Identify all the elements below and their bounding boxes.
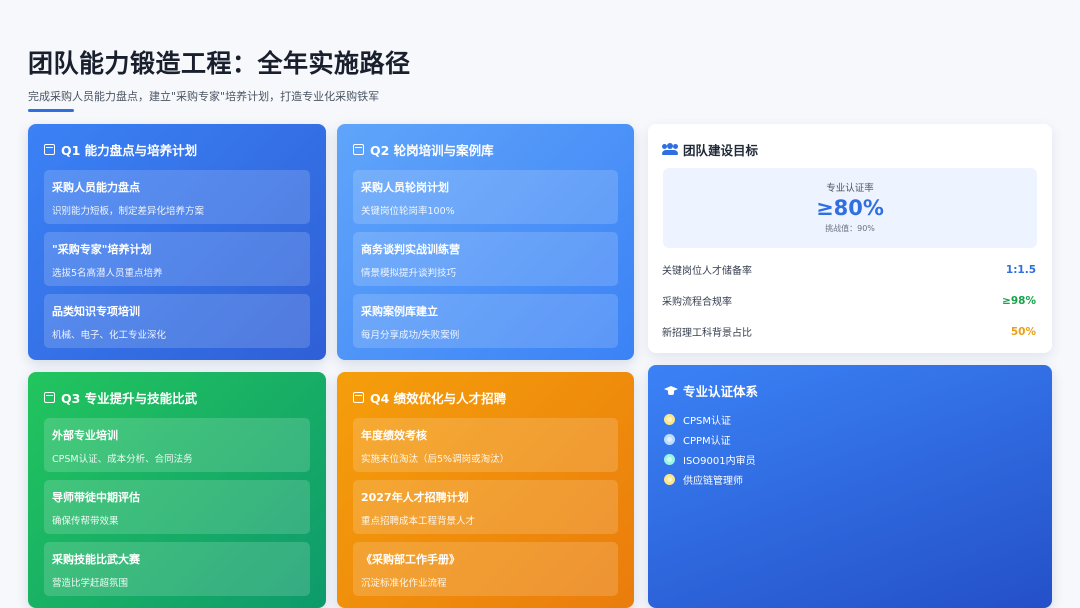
quarter-card-q3: Q3 专业提升与技能比武 外部专业培训 CPSM认证、成本分析、合同法务 导师带…: [28, 372, 326, 608]
item-desc: 识别能力短板，制定差异化培养方案: [52, 206, 205, 217]
item-title: 2027年人才招聘计划: [361, 491, 469, 504]
list-item: 品类知识专项培训 机械、电子、化工专业深化: [44, 294, 310, 348]
card-title: Q1 能力盘点与培养计划: [61, 142, 198, 158]
item-title: 年度绩效考核: [361, 429, 427, 442]
quarter-card-q4: Q4 绩效优化与人才招聘 年度绩效考核 实施末位淘汰（后5%调岗或淘汰） 202…: [337, 372, 634, 608]
hero-value: ≥80%: [816, 196, 884, 220]
hero-sub: 挑战值：90%: [825, 224, 875, 233]
metric-value: 50%: [1010, 325, 1036, 338]
page-title: 团队能力锻造工程：全年实施路径: [28, 49, 411, 78]
badge-icon: [664, 473, 675, 485]
calendar-icon: [44, 391, 55, 403]
item-desc: 重点招聘成本工程背景人才: [361, 516, 476, 527]
item-desc: 关键岗位轮岗率100%: [361, 206, 455, 217]
item-desc: 情景模拟提升谈判技巧: [361, 268, 457, 279]
card-header: 专业认证体系: [664, 379, 1036, 401]
badge-icon: [664, 413, 675, 425]
card-header: Q3 专业提升与技能比武: [44, 386, 310, 408]
item-desc: 机械、电子、化工专业深化: [52, 330, 167, 341]
cert-item: 供应链管理师: [664, 469, 1036, 489]
list-item: "采购专家"培养计划 选拔5名高潜人员重点培养: [44, 232, 310, 286]
item-title: 品类知识专项培训: [52, 305, 140, 318]
cert-label: CPSM认证: [683, 415, 731, 427]
certification-system-card: 专业认证体系 CPSM认证 CPPM认证 ISO9001内审员 供应链管理师: [648, 365, 1052, 608]
graduation-cap-icon: [664, 385, 678, 395]
item-title: 外部专业培训: [52, 429, 118, 442]
item-desc: 确保传帮带效果: [52, 516, 119, 527]
metric-label: 关键岗位人才储备率: [662, 266, 752, 277]
quarter-card-q2: Q2 轮岗培训与案例库 采购人员轮岗计划 关键岗位轮岗率100% 商务谈判实战训…: [337, 124, 634, 360]
item-desc: 实施末位淘汰（后5%调岗或淘汰）: [361, 454, 510, 465]
calendar-icon: [353, 143, 364, 155]
certification-rate-panel: 专业认证率 ≥80% 挑战值：90%: [663, 168, 1037, 248]
card-title: Q3 专业提升与技能比武: [61, 390, 198, 406]
card-title: 团队建设目标: [683, 142, 759, 158]
item-desc: 选拔5名高潜人员重点培养: [52, 268, 163, 279]
list-item: 2027年人才招聘计划 重点招聘成本工程背景人才: [353, 480, 618, 534]
calendar-icon: [44, 143, 55, 155]
item-title: 《采购部工作手册》: [361, 553, 460, 566]
calendar-icon: [353, 391, 364, 403]
metric-row: 新招理工科背景占比 50%: [662, 316, 1038, 347]
item-title: "采购专家"培养计划: [52, 243, 152, 256]
item-title: 采购案例库建立: [361, 305, 438, 318]
team-goals-card: 团队建设目标 专业认证率 ≥80% 挑战值：90% 关键岗位人才储备率 1:1.…: [648, 124, 1052, 353]
quarter-card-q1: Q1 能力盘点与培养计划 采购人员能力盘点 识别能力短板，制定差异化培养方案 "…: [28, 124, 326, 360]
list-item: 商务谈判实战训练营 情景模拟提升谈判技巧: [353, 232, 618, 286]
metric-row: 关键岗位人才储备率 1:1.5: [662, 254, 1038, 285]
item-title: 采购人员能力盘点: [52, 181, 140, 194]
item-desc: CPSM认证、成本分析、合同法务: [52, 454, 193, 465]
cert-item: ISO9001内审员: [664, 449, 1036, 469]
list-item: 采购人员能力盘点 识别能力短板，制定差异化培养方案: [44, 170, 310, 224]
cert-item: CPSM认证: [664, 409, 1036, 429]
item-title: 商务谈判实战训练营: [361, 243, 460, 256]
card-title: Q2 轮岗培训与案例库: [370, 142, 494, 158]
card-header: Q2 轮岗培训与案例库: [353, 138, 618, 160]
list-item: 采购案例库建立 每月分享成功/失败案例: [353, 294, 618, 348]
list-item: 年度绩效考核 实施末位淘汰（后5%调岗或淘汰）: [353, 418, 618, 472]
list-item: 外部专业培训 CPSM认证、成本分析、合同法务: [44, 418, 310, 472]
card-header: Q4 绩效优化与人才招聘: [353, 386, 618, 408]
item-title: 导师带徒中期评估: [52, 491, 140, 504]
metrics-list: 关键岗位人才储备率 1:1.5 采购流程合规率 ≥98% 新招理工科背景占比 5…: [662, 254, 1038, 347]
list-item: 采购技能比武大赛 营造比学赶超氛围: [44, 542, 310, 596]
list-item: 采购人员轮岗计划 关键岗位轮岗率100%: [353, 170, 618, 224]
cert-label: ISO9001内审员: [683, 455, 756, 467]
title-accent-line: [28, 109, 74, 112]
item-desc: 沉淀标准化作业流程: [361, 578, 447, 589]
card-title: 专业认证体系: [683, 383, 759, 399]
metric-label: 采购流程合规率: [662, 297, 732, 308]
card-title: Q4 绩效优化与人才招聘: [370, 390, 507, 406]
list-item: 导师带徒中期评估 确保传帮带效果: [44, 480, 310, 534]
item-desc: 每月分享成功/失败案例: [361, 330, 460, 341]
item-title: 采购技能比武大赛: [52, 553, 140, 566]
badge-icon: [664, 453, 675, 465]
item-desc: 营造比学赶超氛围: [52, 578, 129, 589]
metric-label: 新招理工科背景占比: [662, 328, 752, 339]
card-header: Q1 能力盘点与培养计划: [44, 138, 310, 160]
list-item: 《采购部工作手册》 沉淀标准化作业流程: [353, 542, 618, 596]
cert-label: 供应链管理师: [683, 475, 743, 487]
cert-item: CPPM认证: [664, 429, 1036, 449]
metric-row: 采购流程合规率 ≥98%: [662, 285, 1038, 316]
metric-value: 1:1.5: [1005, 263, 1036, 276]
cert-label: CPPM认证: [683, 435, 731, 447]
badge-icon: [664, 433, 675, 445]
hero-label: 专业认证率: [826, 183, 874, 194]
team-icon: [662, 143, 678, 155]
card-header: 团队建设目标: [662, 138, 1038, 160]
metric-value: ≥98%: [1002, 294, 1036, 307]
item-title: 采购人员轮岗计划: [361, 181, 449, 194]
page-subtitle: 完成采购人员能力盘点，建立"采购专家"培养计划，打造专业化采购铁军: [28, 90, 380, 103]
